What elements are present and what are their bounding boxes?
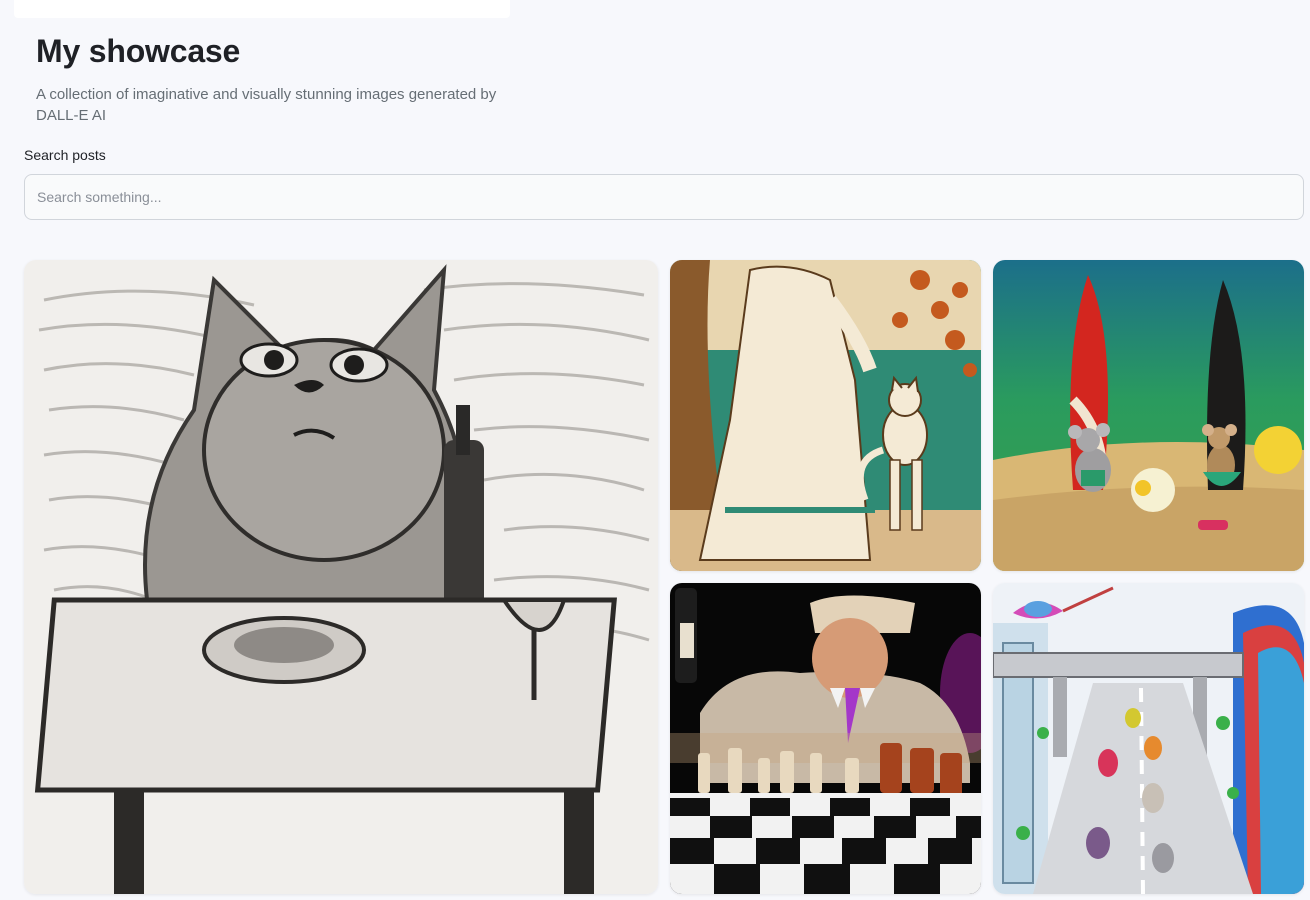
post-card-cat-dinner[interactable]: [24, 260, 658, 894]
post-card-futuristic-city[interactable]: [993, 583, 1304, 894]
search-input[interactable]: [24, 174, 1304, 220]
post-card-woman-cat[interactable]: [670, 260, 981, 571]
chess-player-wine-image: [670, 583, 981, 894]
page-subtitle: A collection of imaginative and visually…: [36, 86, 497, 124]
post-card-mice-surfboards[interactable]: [993, 260, 1304, 571]
woman-and-cat-illustration-image: [670, 260, 981, 571]
page-header: My showcase A collection of imaginative …: [36, 32, 516, 126]
page-title: My showcase: [36, 33, 241, 69]
search-label: Search posts: [24, 147, 106, 163]
posts-gallery: [0, 0, 1310, 900]
futuristic-city-highway-image: [993, 583, 1304, 894]
cat-dinner-sketch-image: [24, 260, 658, 894]
header-top-strip: [14, 0, 510, 18]
mice-surfboards-beach-image: [993, 260, 1304, 571]
post-card-chess-wine[interactable]: [670, 583, 981, 894]
